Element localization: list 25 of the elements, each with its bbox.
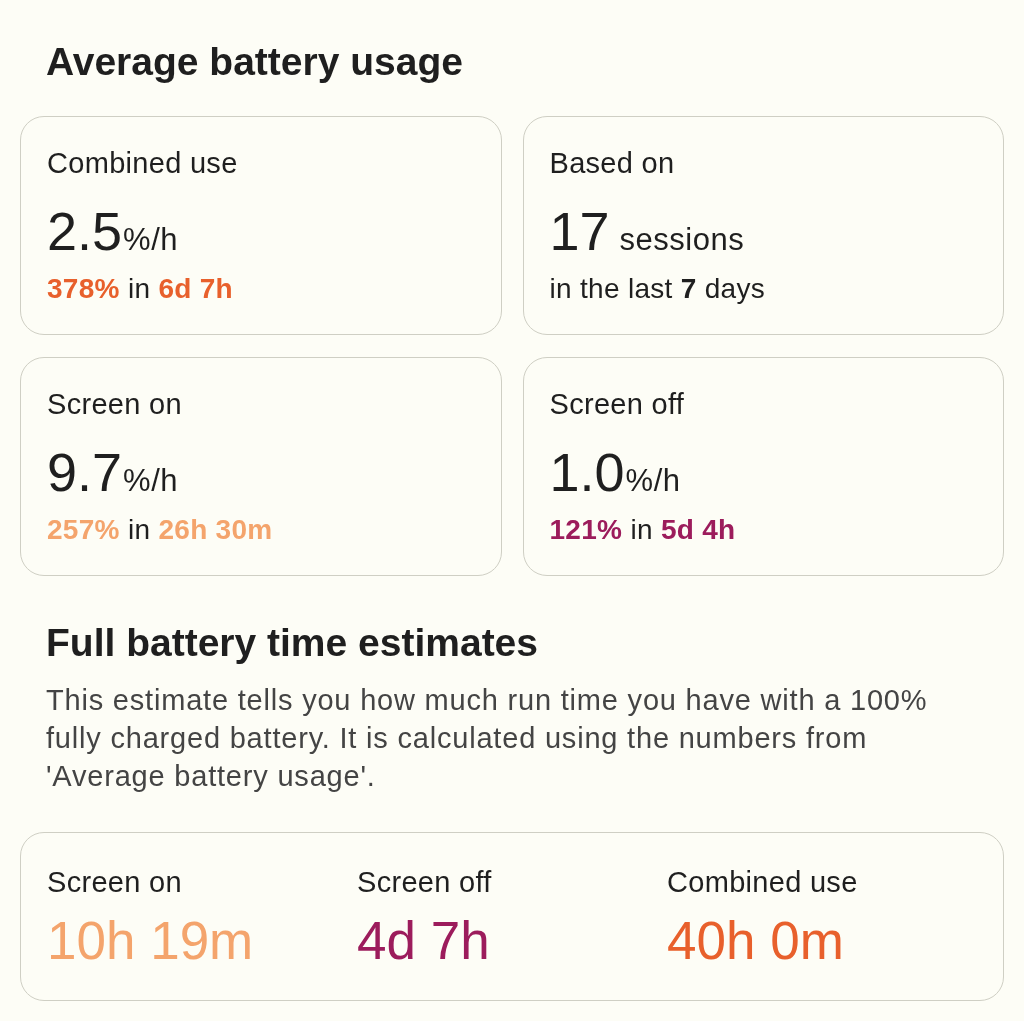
description-text: This estimate tells you how much run time you have with a 100% fully charged battery. It is calculated using the numbers from 'Average battery usage'. bbox=[46, 683, 929, 794]
stat-value: 1.0 bbox=[549, 441, 625, 504]
usage-detail: 121% in 5d 4h bbox=[549, 513, 736, 547]
stat-unit: %/h bbox=[123, 222, 178, 258]
usage-detail: 378% in 6d 7h bbox=[47, 272, 234, 306]
estimate-label: Screen off bbox=[357, 865, 492, 900]
estimate-label: Screen on bbox=[47, 865, 182, 900]
stat-unit: sessions bbox=[619, 222, 745, 258]
stat-value: 9.7 bbox=[47, 441, 123, 504]
usage-detail: in the last 7 days bbox=[549, 272, 766, 306]
stat-value: 2.5 bbox=[47, 200, 123, 263]
card-label: Based on bbox=[549, 146, 675, 181]
stat-value: 17 bbox=[549, 200, 610, 263]
estimate-value: 40h 0m bbox=[667, 911, 844, 971]
usage-detail: 257% in 26h 30m bbox=[47, 513, 273, 547]
card-label: Combined use bbox=[47, 146, 238, 181]
card-label: Screen off bbox=[549, 387, 685, 422]
section-title: Average battery usage bbox=[46, 39, 463, 85]
stat-unit: %/h bbox=[625, 463, 681, 499]
estimate-value: 4d 7h bbox=[357, 911, 490, 971]
card-label: Screen on bbox=[47, 387, 182, 422]
section-title: Full battery time estimates bbox=[46, 620, 538, 666]
stat-unit: %/h bbox=[123, 463, 178, 499]
estimate-label: Combined use bbox=[667, 865, 858, 900]
estimate-value: 10h 19m bbox=[47, 911, 254, 971]
